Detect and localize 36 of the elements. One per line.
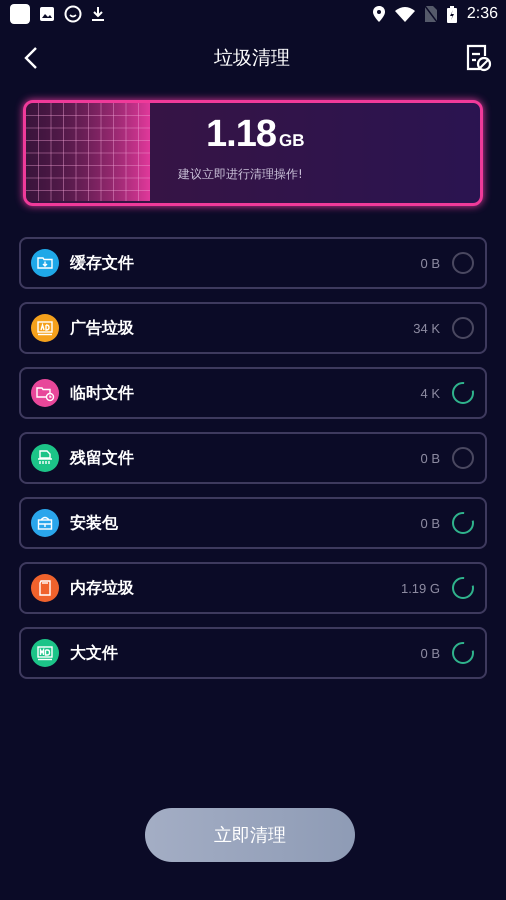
category-size: 0 B xyxy=(420,450,440,466)
download-icon xyxy=(92,6,104,22)
junk-category-row[interactable]: 内存垃圾 1.19 G xyxy=(19,562,487,614)
junk-size: 1.18 xyxy=(206,113,276,156)
image-icon xyxy=(40,7,54,21)
category-label: 残留文件 xyxy=(70,448,135,468)
category-label: 大文件 xyxy=(70,642,119,664)
junk-category-row[interactable]: 广告垃圾 34 K xyxy=(19,302,487,354)
junk-category-row[interactable]: 大文件 0 B xyxy=(19,627,487,679)
status-time: 2:36 xyxy=(466,5,498,23)
category-size: 34 K xyxy=(413,320,440,336)
app-icon xyxy=(10,4,30,24)
back-icon[interactable] xyxy=(24,47,38,69)
size-unit: GB xyxy=(278,131,304,151)
junk-category-row[interactable]: 安装包 0 B xyxy=(19,497,487,549)
category-size: 0 B xyxy=(420,646,440,660)
category-label: 安装包 xyxy=(70,512,119,534)
category-label: 临时文件 xyxy=(70,382,135,404)
category-size: 4 K xyxy=(420,386,440,400)
page-title: 垃圾清理 xyxy=(214,46,290,71)
smiley-icon xyxy=(64,5,82,23)
category-label: 内存垃圾 xyxy=(70,578,135,598)
category-label: 缓存文件 xyxy=(70,252,135,274)
category-label: 广告垃圾 xyxy=(70,318,135,338)
junk-category-row[interactable]: 缓存文件 0 B xyxy=(19,237,487,289)
junk-category-row[interactable]: 残留文件 0 B xyxy=(19,432,487,484)
junk-category-row[interactable]: 临时文件 4 K xyxy=(19,367,487,419)
category-size: 0 B xyxy=(420,516,440,530)
location-icon xyxy=(372,6,385,22)
clean-hint: 建议立即进行清理操作! xyxy=(178,166,304,183)
no-sim-icon xyxy=(424,6,437,22)
battery-icon xyxy=(446,6,457,22)
category-size: 0 B xyxy=(420,256,440,270)
wifi-icon xyxy=(394,6,415,22)
document-blocked-icon[interactable] xyxy=(466,44,492,72)
category-size: 1.19 G xyxy=(400,580,440,596)
